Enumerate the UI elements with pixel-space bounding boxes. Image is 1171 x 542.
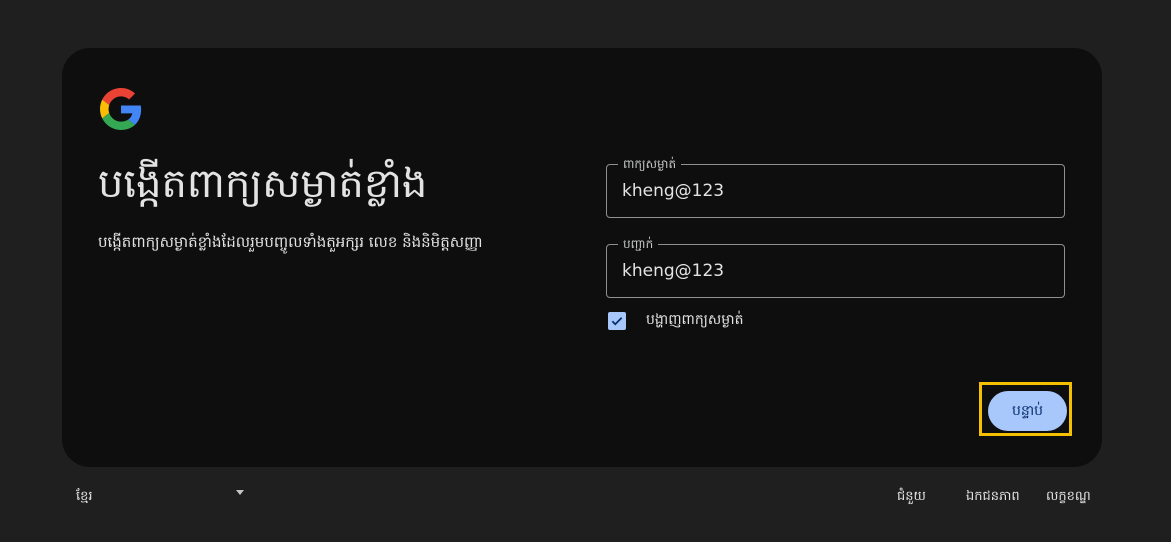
language-label: ខ្មែរ [76, 489, 93, 504]
password-field[interactable]: ពាក្យសម្ងាត់ [606, 156, 1065, 218]
caret-down-icon [236, 490, 244, 495]
page-title: បង្កើតពាក្យសម្ងាត់ខ្លាំង [98, 161, 428, 207]
signup-card: បង្កើតពាក្យសម្ងាត់ខ្លាំង បង្កើតពាក្យសម្ង… [62, 48, 1102, 467]
show-password-label: បង្ហាញពាក្យសម្ងាត់ [646, 312, 744, 328]
terms-link[interactable]: លក្ខខណ្ឌ [1046, 488, 1091, 507]
confirm-input[interactable] [622, 245, 1042, 297]
show-password-toggle[interactable]: បង្ហាញពាក្យសម្ងាត់ [608, 310, 743, 331]
privacy-link[interactable]: ឯកជនភាព [966, 488, 1020, 507]
check-icon [611, 316, 623, 325]
page-subtitle: បង្កើតពាក្យសម្ងាត់ខ្លាំងដែលរួមបញ្ចូលទាំង… [98, 233, 483, 251]
help-link[interactable]: ជំនួយ [897, 488, 926, 507]
language-selector[interactable]: ខ្មែរ [76, 488, 244, 507]
password-input[interactable] [622, 165, 1042, 217]
confirm-field[interactable]: បញ្ជាក់ [606, 236, 1065, 298]
next-button[interactable]: បន្ទាប់ [988, 391, 1067, 431]
show-password-checkbox[interactable] [608, 311, 626, 330]
google-logo-icon [100, 88, 142, 130]
